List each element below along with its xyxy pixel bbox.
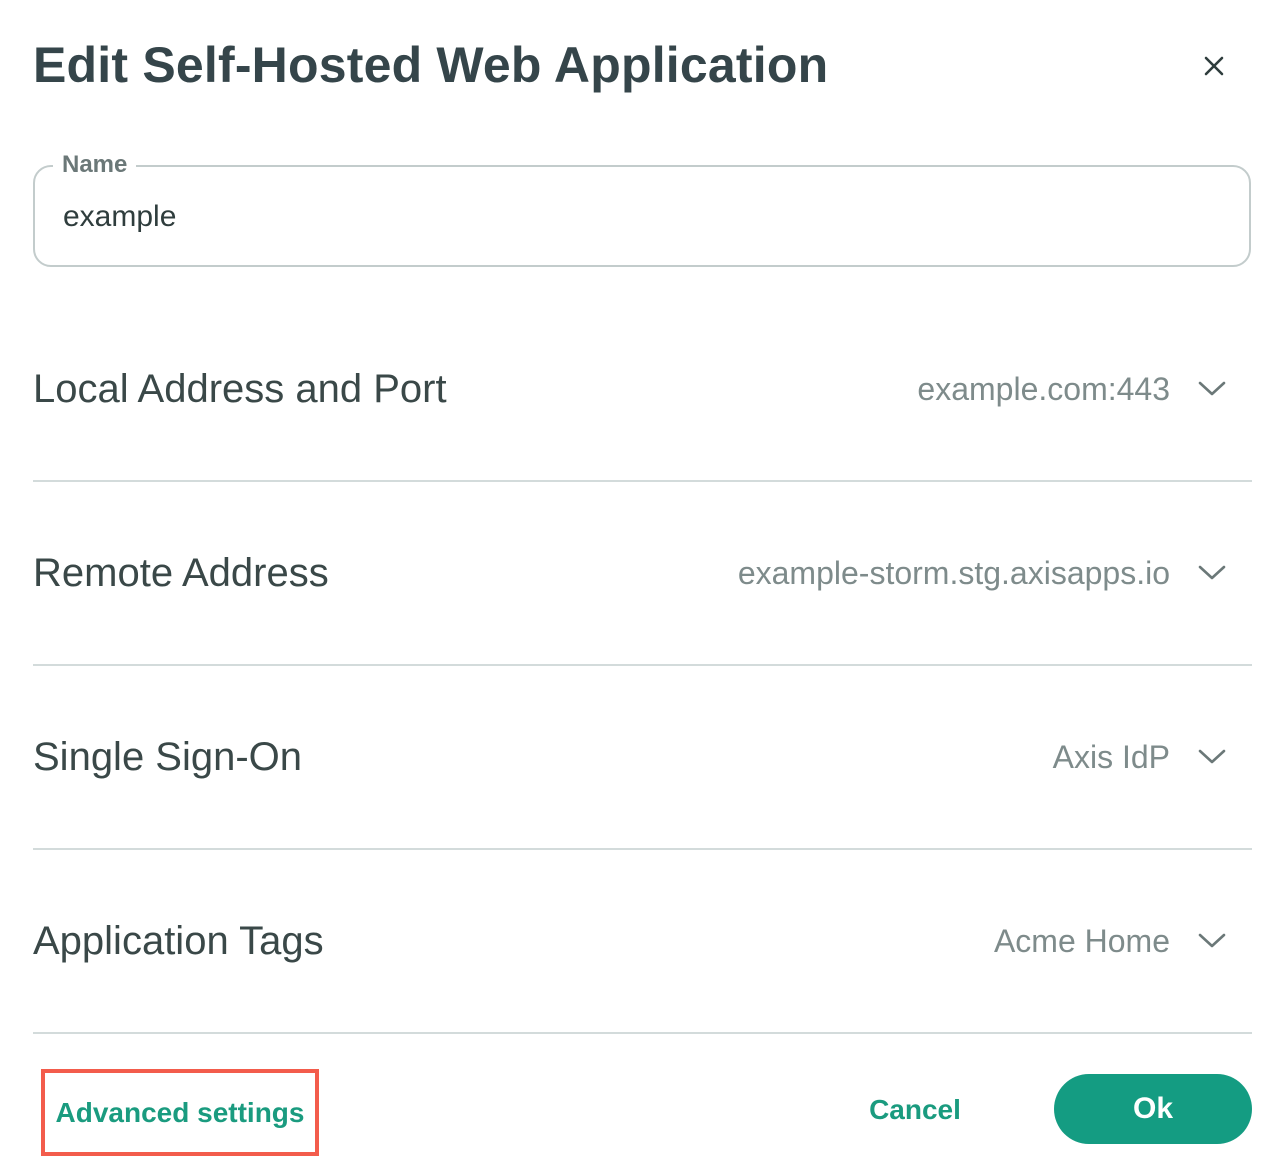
edit-app-dialog: Edit Self-Hosted Web Application Name Lo… <box>0 0 1284 1176</box>
row-value: example-storm.stg.axisapps.io <box>737 554 1170 591</box>
advanced-settings-link[interactable]: Advanced settings <box>41 1069 319 1156</box>
chevron-down-icon[interactable] <box>1198 749 1226 765</box>
close-icon <box>1203 55 1225 77</box>
row-application-tags[interactable]: Application Tags Acme Home <box>33 850 1252 1034</box>
ok-button[interactable]: Ok <box>1054 1074 1252 1144</box>
row-label: Local Address and Port <box>33 366 447 411</box>
row-single-sign-on[interactable]: Single Sign-On Axis IdP <box>33 666 1252 850</box>
name-input[interactable] <box>63 197 1213 237</box>
row-local-address[interactable]: Local Address and Port example.com:443 <box>33 298 1252 482</box>
row-remote-address[interactable]: Remote Address example-storm.stg.axisapp… <box>33 482 1252 666</box>
row-value: example.com:443 <box>917 370 1170 407</box>
chevron-down-icon[interactable] <box>1198 381 1226 397</box>
name-field-label: Name <box>53 149 137 181</box>
close-button[interactable] <box>1192 44 1236 88</box>
cancel-button[interactable]: Cancel <box>855 1080 975 1140</box>
row-label: Application Tags <box>33 918 324 963</box>
chevron-down-icon[interactable] <box>1198 933 1226 949</box>
dialog-title: Edit Self-Hosted Web Application <box>33 37 829 93</box>
name-field: Name <box>33 149 1251 267</box>
row-value: Axis IdP <box>1052 738 1170 775</box>
row-value: Acme Home <box>993 922 1170 959</box>
row-label: Remote Address <box>33 550 329 595</box>
row-label: Single Sign-On <box>33 734 303 779</box>
chevron-down-icon[interactable] <box>1198 565 1226 581</box>
